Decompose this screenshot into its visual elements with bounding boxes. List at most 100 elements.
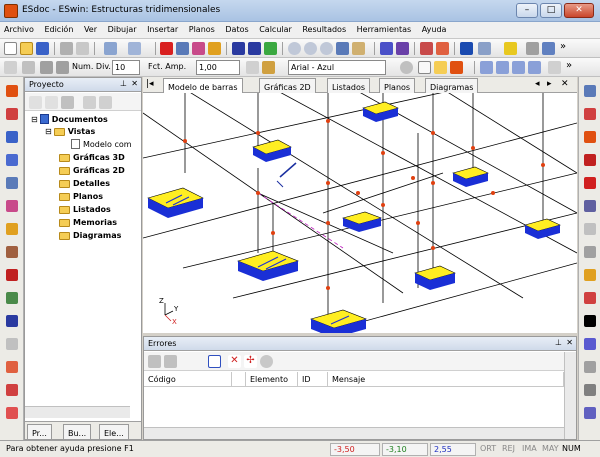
layer2-icon[interactable] (56, 61, 69, 74)
left-tool-14-icon[interactable] (6, 384, 18, 396)
open-folder-icon[interactable] (20, 42, 33, 55)
print-preview-icon[interactable] (76, 42, 89, 55)
right-tool-14-icon[interactable] (584, 384, 596, 396)
errors-prev-icon[interactable] (148, 355, 161, 368)
left-tool-8-icon[interactable] (6, 246, 18, 258)
undo-icon[interactable] (104, 42, 117, 55)
render-icon[interactable] (396, 42, 409, 55)
color-icon[interactable] (450, 61, 463, 74)
tree-export-icon[interactable] (83, 96, 96, 109)
right-tool-13-icon[interactable] (584, 361, 596, 373)
page-new-icon[interactable] (418, 61, 431, 74)
tree-graficas-2d[interactable]: Gráficas 2D (59, 166, 125, 175)
view3d-icon[interactable] (380, 42, 393, 55)
num-div-field[interactable]: 10 (112, 60, 140, 75)
left-tool-6-icon[interactable] (6, 200, 18, 212)
zoom-out-icon[interactable] (320, 42, 333, 55)
left-tool-2-icon[interactable] (6, 108, 18, 120)
sum-all-icon[interactable] (248, 42, 261, 55)
right-tool-11-icon[interactable] (584, 315, 596, 327)
pencil-icon[interactable] (208, 42, 221, 55)
node-icon[interactable] (436, 42, 449, 55)
right-tool-1-icon[interactable] (584, 85, 596, 97)
tree-vistas[interactable]: ⊟ Vistas (45, 127, 95, 136)
home-view-icon[interactable] (352, 42, 365, 55)
col-id[interactable]: ID (298, 372, 328, 387)
errors-locate-icon[interactable]: ✢ (244, 355, 257, 368)
chart-icon[interactable] (542, 42, 555, 55)
left-tool-13-icon[interactable] (6, 361, 18, 373)
minimize-button[interactable]: – (516, 3, 538, 18)
status-ima[interactable]: IMA (522, 444, 537, 453)
left-tool-9-icon[interactable] (6, 269, 18, 281)
save-icon[interactable] (36, 42, 49, 55)
redo-icon[interactable] (128, 42, 141, 55)
tree-planos[interactable]: Planos (59, 192, 103, 201)
tab-modelo-barras[interactable]: Modelo de barras (163, 78, 243, 93)
check-icon[interactable] (264, 42, 277, 55)
comment-icon[interactable] (526, 42, 539, 55)
style-icon[interactable] (400, 61, 413, 74)
right-tool-7-icon[interactable] (584, 223, 596, 235)
grid-icon[interactable] (4, 61, 17, 74)
tree-diagramas[interactable]: Diagramas (59, 231, 121, 240)
tree-new-icon[interactable] (29, 96, 42, 109)
sum-icon[interactable] (232, 42, 245, 55)
tree-graficas-3d[interactable]: Gráficas 3D (59, 153, 125, 162)
col-mensaje[interactable]: Mensaje (328, 372, 564, 387)
errors-close-icon[interactable]: ✕ (566, 338, 573, 347)
table-icon[interactable] (548, 61, 561, 74)
errors-hscrollbar[interactable] (144, 427, 564, 439)
edit-icon[interactable] (176, 42, 189, 55)
tab-planos[interactable]: Planos (379, 78, 416, 93)
left-tool-4-icon[interactable] (6, 154, 18, 166)
right-tool-12-icon[interactable] (584, 338, 596, 350)
tab-proyecto[interactable]: Pr... (27, 424, 52, 439)
tree-documentos[interactable]: ⊟ Documentos (31, 114, 108, 124)
menu-insertar[interactable]: Insertar (143, 22, 182, 34)
delete-icon[interactable] (160, 42, 173, 55)
tab-scroll-left-icon[interactable]: |◂ (146, 79, 154, 89)
pin-panel-icon[interactable]: ⊥ (120, 79, 127, 88)
new-file-icon[interactable] (4, 42, 17, 55)
fit-icon[interactable] (528, 61, 541, 74)
menu-resultados[interactable]: Resultados (298, 22, 350, 34)
left-tool-10-icon[interactable] (6, 292, 18, 304)
menu-datos[interactable]: Datos (221, 22, 252, 34)
menu-ayuda[interactable]: Ayuda (418, 22, 451, 34)
text-icon[interactable] (262, 61, 275, 74)
folder2-icon[interactable] (434, 61, 447, 74)
draw-bar-icon[interactable] (420, 42, 433, 55)
tree-import-icon[interactable] (99, 96, 112, 109)
left-tool-1-icon[interactable] (6, 85, 18, 97)
tab-prev-icon[interactable]: ◂ (535, 79, 540, 89)
right-tool-3-icon[interactable] (584, 131, 596, 143)
left-tool-15-icon[interactable] (6, 407, 18, 419)
properties-icon[interactable] (192, 42, 205, 55)
tab-next-icon[interactable]: ▸ (547, 79, 552, 89)
right-tool-9-icon[interactable] (584, 269, 596, 281)
left-tool-5-icon[interactable] (6, 177, 18, 189)
tab-listados[interactable]: Listados (327, 78, 371, 93)
eraser-icon[interactable] (478, 42, 491, 55)
tab-busqueda[interactable]: Bu... (63, 424, 92, 439)
right-tool-2-icon[interactable] (584, 108, 596, 120)
tab-close-icon[interactable]: ✕ (561, 79, 569, 89)
left-tool-3-icon[interactable] (6, 131, 18, 143)
errors-vscrollbar[interactable] (564, 352, 576, 439)
menu-calcular[interactable]: Calcular (255, 22, 296, 34)
layer-icon[interactable] (40, 61, 53, 74)
menu-ver[interactable]: Ver (80, 22, 101, 34)
tab-diagramas[interactable]: Diagramas (425, 78, 479, 93)
print-icon[interactable] (60, 42, 73, 55)
tree-memorias[interactable]: Memorias (59, 218, 117, 227)
status-rej[interactable]: REJ (502, 444, 515, 453)
arrow-left-icon[interactable] (480, 61, 493, 74)
right-tool-4-icon[interactable] (584, 154, 596, 166)
menu-planos[interactable]: Planos (185, 22, 219, 34)
errors-next-icon[interactable] (164, 355, 177, 368)
arrows-icon[interactable] (512, 61, 525, 74)
errors-pin-icon[interactable]: ⊥ (555, 338, 562, 347)
close-button[interactable]: ✕ (564, 3, 594, 18)
tab-graficas-2d[interactable]: Gráficas 2D (259, 78, 316, 93)
